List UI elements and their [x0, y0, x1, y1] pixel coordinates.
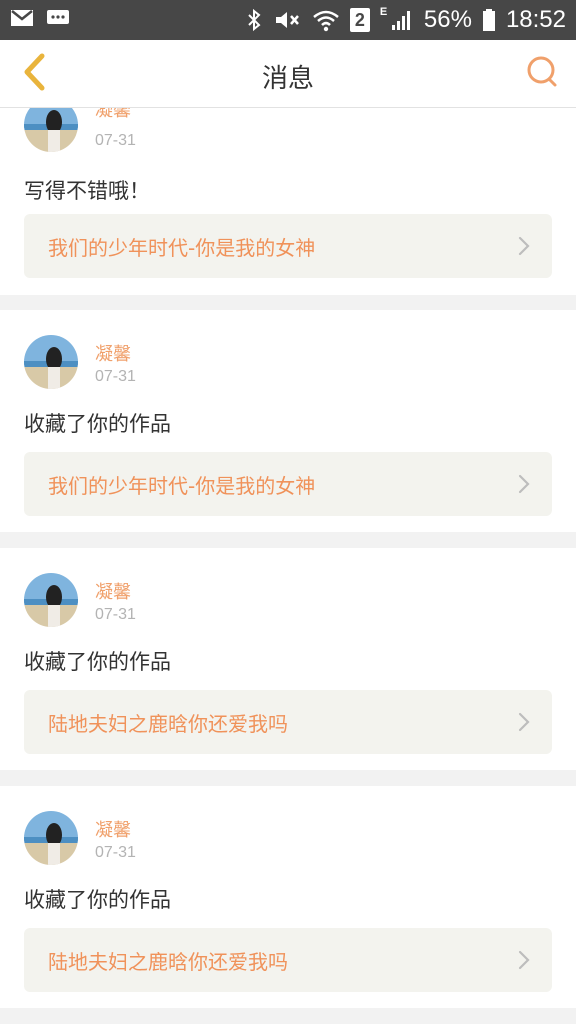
sender-name[interactable]: 凝馨: [95, 340, 131, 366]
vibrate-icon: [272, 8, 302, 32]
sender-name[interactable]: 凝馨: [95, 578, 131, 604]
work-link[interactable]: 我们的少年时代-你是我的女神: [24, 452, 552, 516]
message-item: 凝馨 07-31 写得不错哦！ 我们的少年时代-你是我的女神: [0, 108, 576, 295]
wifi-icon: [312, 8, 340, 32]
message-item: 凝馨 07-31 收藏了你的作品 陆地夫妇之鹿晗你还爱我吗: [0, 548, 576, 770]
avatar[interactable]: [24, 811, 78, 865]
status-bar: 2 E 56% 18:52: [0, 0, 576, 40]
mail-icon: [10, 8, 34, 28]
message-date: 07-31: [95, 844, 136, 861]
work-title: 我们的少年时代-你是我的女神: [48, 235, 316, 260]
battery-icon: [482, 8, 496, 32]
sim-slot-label: 2: [354, 9, 365, 30]
sim-icon: 2: [349, 8, 370, 32]
message-list[interactable]: 凝馨 07-31 写得不错哦！ 我们的少年时代-你是我的女神 凝馨 07-31 …: [0, 108, 576, 1024]
message-date: 07-31: [95, 606, 136, 623]
avatar[interactable]: [24, 108, 78, 152]
battery-percent: 56%: [423, 6, 472, 33]
message-date: 07-31: [95, 368, 136, 385]
message-item: 凝馨 07-31 收藏了你的作品 我们的少年时代-你是我的女神: [0, 310, 576, 532]
work-title: 陆地夫妇之鹿晗你还爱我吗: [48, 711, 288, 736]
search-icon: [525, 55, 559, 93]
sender-name[interactable]: 凝馨: [95, 816, 131, 842]
message-content: 写得不错哦！: [24, 179, 150, 203]
message-date: 07-31: [95, 132, 136, 149]
work-link[interactable]: 陆地夫妇之鹿晗你还爱我吗: [24, 690, 552, 754]
message-content: 收藏了你的作品: [24, 888, 171, 912]
work-title: 我们的少年时代-你是我的女神: [48, 473, 316, 498]
sender-name[interactable]: 凝馨: [95, 108, 131, 122]
work-title: 陆地夫妇之鹿晗你还爱我吗: [48, 949, 288, 974]
avatar[interactable]: [24, 573, 78, 627]
chevron-right-icon: [518, 236, 530, 260]
signal-icon: E: [379, 6, 414, 32]
clock: 18:52: [505, 6, 566, 33]
chevron-right-icon: [518, 474, 530, 498]
network-type: E: [379, 6, 388, 18]
notification-icons: [10, 8, 70, 28]
message-item: 凝馨 07-31 收藏了你的作品 陆地夫妇之鹿晗你还爱我吗: [0, 786, 576, 1008]
page-title: 消息: [261, 64, 314, 94]
message-icon: [46, 8, 70, 28]
chevron-right-icon: [518, 712, 530, 736]
bluetooth-icon: [246, 8, 262, 32]
header: 消息: [0, 40, 576, 108]
message-content: 收藏了你的作品: [24, 650, 171, 674]
avatar[interactable]: [24, 335, 78, 389]
chevron-right-icon: [518, 950, 530, 974]
work-link[interactable]: 陆地夫妇之鹿晗你还爱我吗: [24, 928, 552, 992]
search-button[interactable]: [520, 52, 564, 96]
message-content: 收藏了你的作品: [24, 412, 171, 436]
work-link[interactable]: 我们的少年时代-你是我的女神: [24, 214, 552, 278]
